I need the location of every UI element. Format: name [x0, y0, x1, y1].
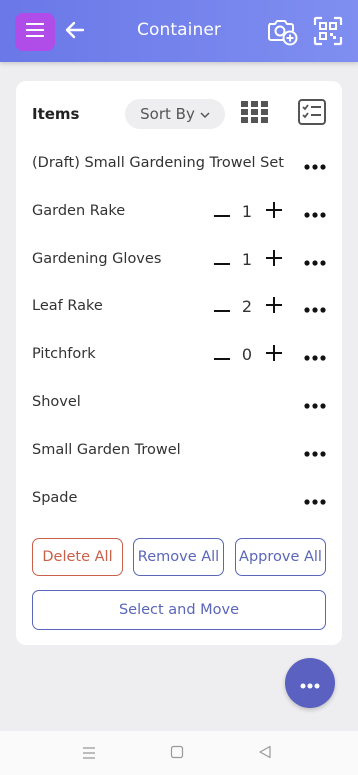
list-item[interactable]: Shovel [16, 380, 342, 428]
qr-scan-icon [313, 16, 343, 50]
minus-icon [214, 298, 230, 317]
plus-icon [266, 345, 282, 365]
decrement-button[interactable] [211, 201, 233, 223]
grid-view-button[interactable] [240, 101, 268, 127]
more-horizontal-icon [304, 490, 326, 509]
quantity-value: 1 [241, 250, 253, 269]
increment-button[interactable] [263, 296, 285, 318]
list-item[interactable]: Garden Rake 1 [16, 189, 342, 237]
sort-by-label: Sort By [140, 105, 195, 123]
more-options-button[interactable] [302, 296, 328, 318]
home-icon [170, 744, 184, 763]
qr-scan-button[interactable] [312, 16, 344, 50]
minus-icon [214, 251, 230, 270]
quantity-value: 2 [241, 297, 253, 316]
triangle-back-icon [258, 744, 272, 763]
home-button[interactable] [167, 743, 187, 763]
checklist-button[interactable] [297, 99, 327, 129]
recents-icon [82, 744, 96, 763]
back-button[interactable] [63, 18, 87, 46]
item-name: Spade [32, 490, 78, 506]
more-horizontal-icon [304, 442, 326, 461]
plus-icon [266, 202, 282, 222]
item-name: Pitchfork [32, 346, 96, 362]
floating-action-button[interactable] [285, 658, 335, 708]
more-horizontal-icon [304, 155, 326, 174]
list-item[interactable]: Leaf Rake 2 [16, 284, 342, 332]
item-name: (Draft) Small Gardening Trowel Set [32, 155, 284, 171]
more-options-button[interactable] [302, 344, 328, 366]
camera-add-icon [266, 16, 298, 50]
hamburger-icon [25, 22, 45, 42]
select-and-move-button[interactable]: Select and Move [32, 590, 326, 630]
decrement-button[interactable] [211, 249, 233, 271]
more-horizontal-icon [304, 298, 326, 317]
more-options-button[interactable] [302, 201, 328, 223]
more-options-button[interactable] [302, 392, 328, 414]
recents-button[interactable] [79, 743, 99, 763]
add-photo-button[interactable] [266, 17, 298, 49]
checklist-icon [298, 99, 326, 129]
menu-button[interactable] [15, 13, 55, 51]
more-options-button[interactable] [302, 440, 328, 462]
item-name: Small Garden Trowel [32, 442, 181, 458]
item-name: Gardening Gloves [32, 251, 162, 267]
more-horizontal-icon [304, 203, 326, 222]
more-horizontal-icon [304, 346, 326, 365]
grid-view-icon [240, 101, 268, 127]
plus-icon [266, 250, 282, 270]
minus-icon [214, 346, 230, 365]
minus-icon [214, 203, 230, 222]
more-options-button[interactable] [302, 488, 328, 510]
app-header: Container [0, 0, 358, 62]
increment-button[interactable] [263, 249, 285, 271]
list-item[interactable]: Pitchfork 0 [16, 332, 342, 380]
quantity-value: 0 [241, 345, 253, 364]
decrement-button[interactable] [211, 344, 233, 366]
item-name: Shovel [32, 394, 81, 410]
item-name: Garden Rake [32, 203, 126, 219]
increment-button[interactable] [263, 344, 285, 366]
sort-by-button[interactable]: Sort By [125, 99, 225, 129]
list-item[interactable]: Small Garden Trowel [16, 428, 342, 476]
more-horizontal-icon [304, 251, 326, 270]
arrow-left-icon [65, 21, 85, 43]
list-item[interactable]: Spade [16, 476, 342, 524]
item-name: Leaf Rake [32, 298, 103, 314]
list-item[interactable]: Gardening Gloves 1 [16, 237, 342, 285]
items-card: Items Sort By (Draft) Small Gardening Tr… [16, 81, 342, 645]
remove-all-button[interactable]: Remove All [133, 538, 224, 576]
system-nav-bar [0, 731, 358, 775]
chevron-down-icon [200, 105, 210, 123]
more-horizontal-icon [300, 674, 320, 693]
more-options-button[interactable] [302, 153, 328, 175]
approve-all-button[interactable]: Approve All [235, 538, 326, 576]
plus-icon [266, 297, 282, 317]
page-title: Container [137, 20, 221, 40]
more-options-button[interactable] [302, 249, 328, 271]
increment-button[interactable] [263, 201, 285, 223]
quantity-value: 1 [241, 202, 253, 221]
list-item[interactable]: (Draft) Small Gardening Trowel Set [16, 141, 342, 189]
items-heading: Items [32, 105, 80, 123]
delete-all-button[interactable]: Delete All [32, 538, 123, 576]
more-horizontal-icon [304, 394, 326, 413]
decrement-button[interactable] [211, 296, 233, 318]
system-back-button[interactable] [255, 743, 275, 763]
